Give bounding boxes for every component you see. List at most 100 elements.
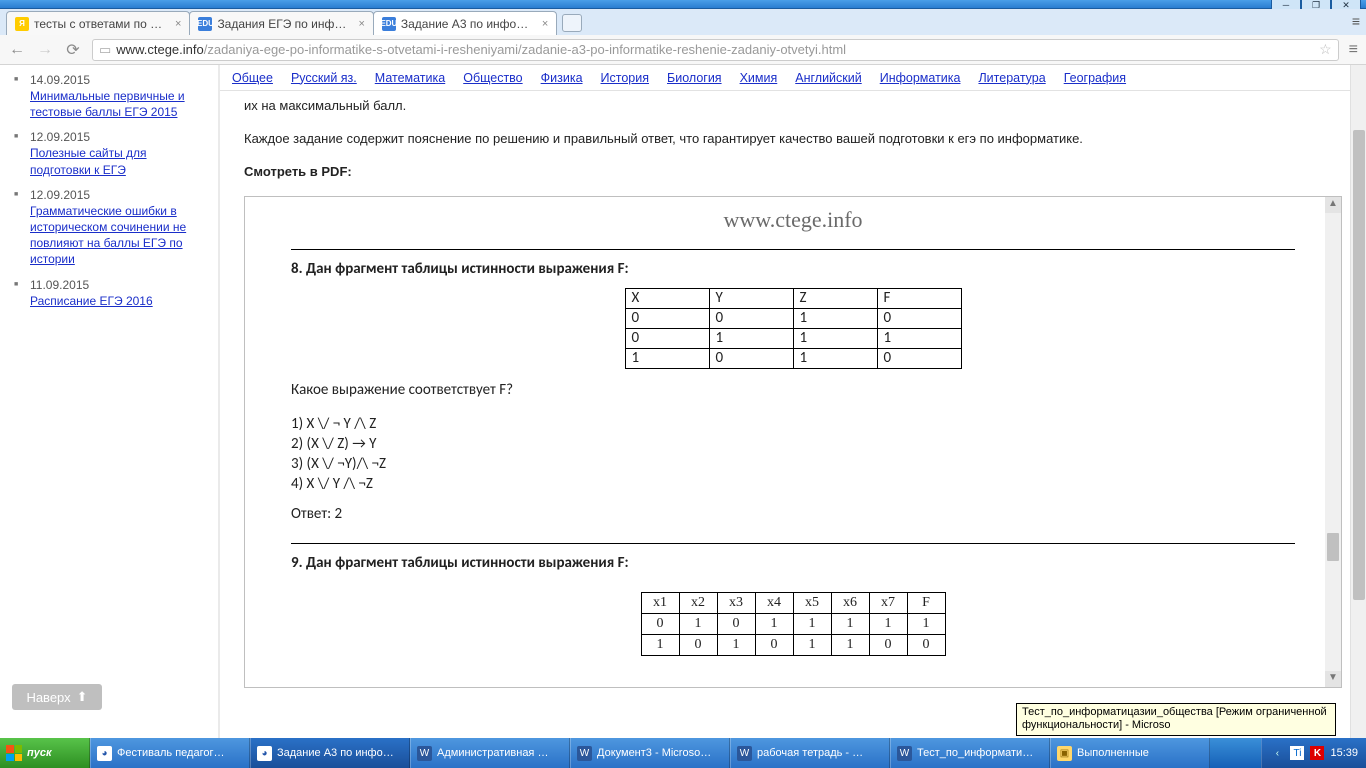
- page-viewport: 14.09.2015 Минимальные первичные и тестов…: [0, 65, 1366, 754]
- subject-link[interactable]: Английский: [795, 71, 861, 85]
- task-8-table: XYZF001001111010: [625, 288, 962, 369]
- divider: [291, 543, 1295, 544]
- address-bar[interactable]: ▭ www.ctege.info/zadaniya-ege-po-informa…: [92, 39, 1339, 61]
- news-item: 12.09.2015Полезные сайты для подготовки …: [30, 130, 208, 177]
- answer-option: 4) X \/ Y /\ ¬Z: [291, 475, 1295, 493]
- subject-link[interactable]: Общество: [463, 71, 522, 85]
- taskbar-app-button[interactable]: WДокумент3 - Microso…: [570, 738, 730, 768]
- table-header-cell: Y: [709, 288, 793, 308]
- subject-link[interactable]: Общее: [232, 71, 273, 85]
- table-cell: 1: [709, 328, 793, 348]
- pdf-scrollbar[interactable]: ▲ ▼: [1325, 197, 1341, 687]
- tab-close-icon[interactable]: ×: [175, 18, 181, 30]
- reload-button[interactable]: ⟳: [64, 40, 82, 60]
- tray-antivirus-icon[interactable]: K: [1310, 746, 1324, 760]
- task-8-heading: 8. Дан фрагмент таблицы истинности выраж…: [291, 260, 1295, 278]
- favicon: EDU: [198, 17, 212, 31]
- subject-link[interactable]: Математика: [375, 71, 445, 85]
- tray-app-icon[interactable]: Ti: [1290, 746, 1304, 760]
- table-cell: 1: [679, 613, 717, 634]
- start-button[interactable]: пуск: [0, 738, 90, 768]
- table-cell: 0: [717, 613, 755, 634]
- main-column: Общее Русский яз. Математика Общество Физика…: [218, 65, 1366, 754]
- taskbar-app-button[interactable]: ◕Фестиваль педагог…: [90, 738, 250, 768]
- news-link[interactable]: Грамматические ошибки в историческом соч…: [30, 204, 186, 267]
- article-content: их на максимальный балл. Каждое задание …: [220, 91, 1366, 754]
- table-header-cell: x6: [831, 592, 869, 613]
- word-icon: W: [577, 746, 592, 761]
- tab-close-icon[interactable]: ×: [358, 18, 364, 30]
- table-header-cell: Z: [793, 288, 877, 308]
- pdf-scrollbar-thumb[interactable]: [1327, 533, 1339, 561]
- subject-link[interactable]: Химия: [740, 71, 778, 85]
- taskbar-app-button[interactable]: ▣Выполненные: [1050, 738, 1210, 768]
- table-header-cell: x2: [679, 592, 717, 613]
- subject-link[interactable]: Русский яз.: [291, 71, 357, 85]
- word-icon: W: [897, 746, 912, 761]
- subject-link[interactable]: Информатика: [880, 71, 961, 85]
- subject-link[interactable]: История: [601, 71, 649, 85]
- word-icon: W: [417, 746, 432, 761]
- news-link[interactable]: Полезные сайты для подготовки к ЕГЭ: [30, 146, 147, 176]
- tray-expand-icon[interactable]: ‹: [1270, 746, 1284, 760]
- answer-option: 1) X \/ ¬ Y /\ Z: [291, 415, 1295, 433]
- forward-button[interactable]: →: [36, 41, 54, 59]
- task-8-answer: Ответ: 2: [291, 505, 1295, 523]
- taskbar-app-button[interactable]: W Административная …: [410, 738, 570, 768]
- news-link[interactable]: Минимальные первичные и тестовые баллы Е…: [30, 89, 185, 119]
- os-window-titlebar: ─ ❐ ✕: [0, 0, 1366, 9]
- taskbar-app-button[interactable]: Wрабочая тетрадь - …: [730, 738, 890, 768]
- page-scrollbar-thumb[interactable]: [1353, 130, 1365, 600]
- chrome-settings-icon[interactable]: ≡: [1349, 41, 1358, 59]
- news-date: 14.09.2015: [30, 73, 208, 87]
- browser-tab[interactable]: EDU Задания ЕГЭ по информати ×: [189, 11, 373, 35]
- table-cell: 0: [679, 635, 717, 656]
- table-header-cell: x5: [793, 592, 831, 613]
- chrome-menu-icon[interactable]: ≡: [1352, 13, 1360, 29]
- browser-tab[interactable]: Ятесты с ответами по инфо×: [6, 11, 190, 35]
- table-cell: 1: [625, 348, 709, 368]
- browser-tab[interactable]: EDUЗадание А3 по информатик×: [373, 11, 557, 35]
- to-top-button[interactable]: Наверх ⬆: [12, 684, 102, 710]
- table-cell: 0: [641, 613, 679, 634]
- system-tray[interactable]: ‹ Ti K 15:39: [1261, 738, 1366, 768]
- tab-title: Задание А3 по информатик: [401, 17, 531, 31]
- table-cell: 0: [625, 328, 709, 348]
- tab-title: Задания ЕГЭ по информати: [217, 17, 347, 31]
- taskbar-app-button[interactable]: W Тест_по_информати…: [890, 738, 1050, 768]
- taskbar-app-label: Административная …: [437, 747, 548, 759]
- bookmark-star-icon[interactable]: ☆: [1319, 41, 1332, 58]
- subject-link[interactable]: География: [1064, 71, 1126, 85]
- tab-close-icon[interactable]: ×: [542, 18, 548, 30]
- news-item: 14.09.2015 Минимальные первичные и тестов…: [30, 73, 208, 120]
- taskbar-app-label: Тест_по_информати…: [917, 747, 1033, 759]
- tab-title: тесты с ответами по инфо: [34, 17, 164, 31]
- table-cell: 1: [717, 635, 755, 656]
- subject-link[interactable]: Литература: [978, 71, 1045, 85]
- news-link[interactable]: Расписание ЕГЭ 2016: [30, 294, 153, 308]
- subject-link[interactable]: Физика: [541, 71, 583, 85]
- task-9-table: x1x2x3x4x5x6x7F0101111110101100: [641, 592, 946, 657]
- page-scrollbar[interactable]: [1350, 65, 1366, 754]
- table-cell: 1: [831, 613, 869, 634]
- scroll-down-icon[interactable]: ▼: [1325, 671, 1341, 687]
- browser-toolbar: ← → ⟳ ▭ www.ctege.info/zadaniya-ege-po-i…: [0, 35, 1366, 65]
- table-cell: 0: [709, 348, 793, 368]
- new-tab-button[interactable]: [562, 14, 582, 32]
- scroll-up-icon[interactable]: ▲: [1325, 197, 1341, 213]
- table-header-cell: x4: [755, 592, 793, 613]
- taskbar-app-label: Выполненные: [1077, 747, 1149, 759]
- answer-option: 3) (X \/ ¬Y)/\ ¬Z: [291, 455, 1295, 473]
- table-header-cell: F: [877, 288, 961, 308]
- news-item: 12.09.2015Грамматические ошибки в истори…: [30, 188, 208, 268]
- table-cell: 1: [793, 328, 877, 348]
- answer-option: 2) (X \/ Z) → Y: [291, 435, 1295, 453]
- table-header-cell: F: [907, 592, 945, 613]
- subject-link[interactable]: Биология: [667, 71, 722, 85]
- table-cell: 1: [641, 635, 679, 656]
- intro-frag: их на максимальный балл.: [244, 97, 1342, 116]
- taskbar-app-button[interactable]: ◕Задание А3 по инфо…: [250, 738, 410, 768]
- arrow-up-icon: ⬆: [77, 689, 88, 705]
- back-button[interactable]: ←: [8, 41, 26, 59]
- taskbar-clock[interactable]: 15:39: [1330, 747, 1358, 759]
